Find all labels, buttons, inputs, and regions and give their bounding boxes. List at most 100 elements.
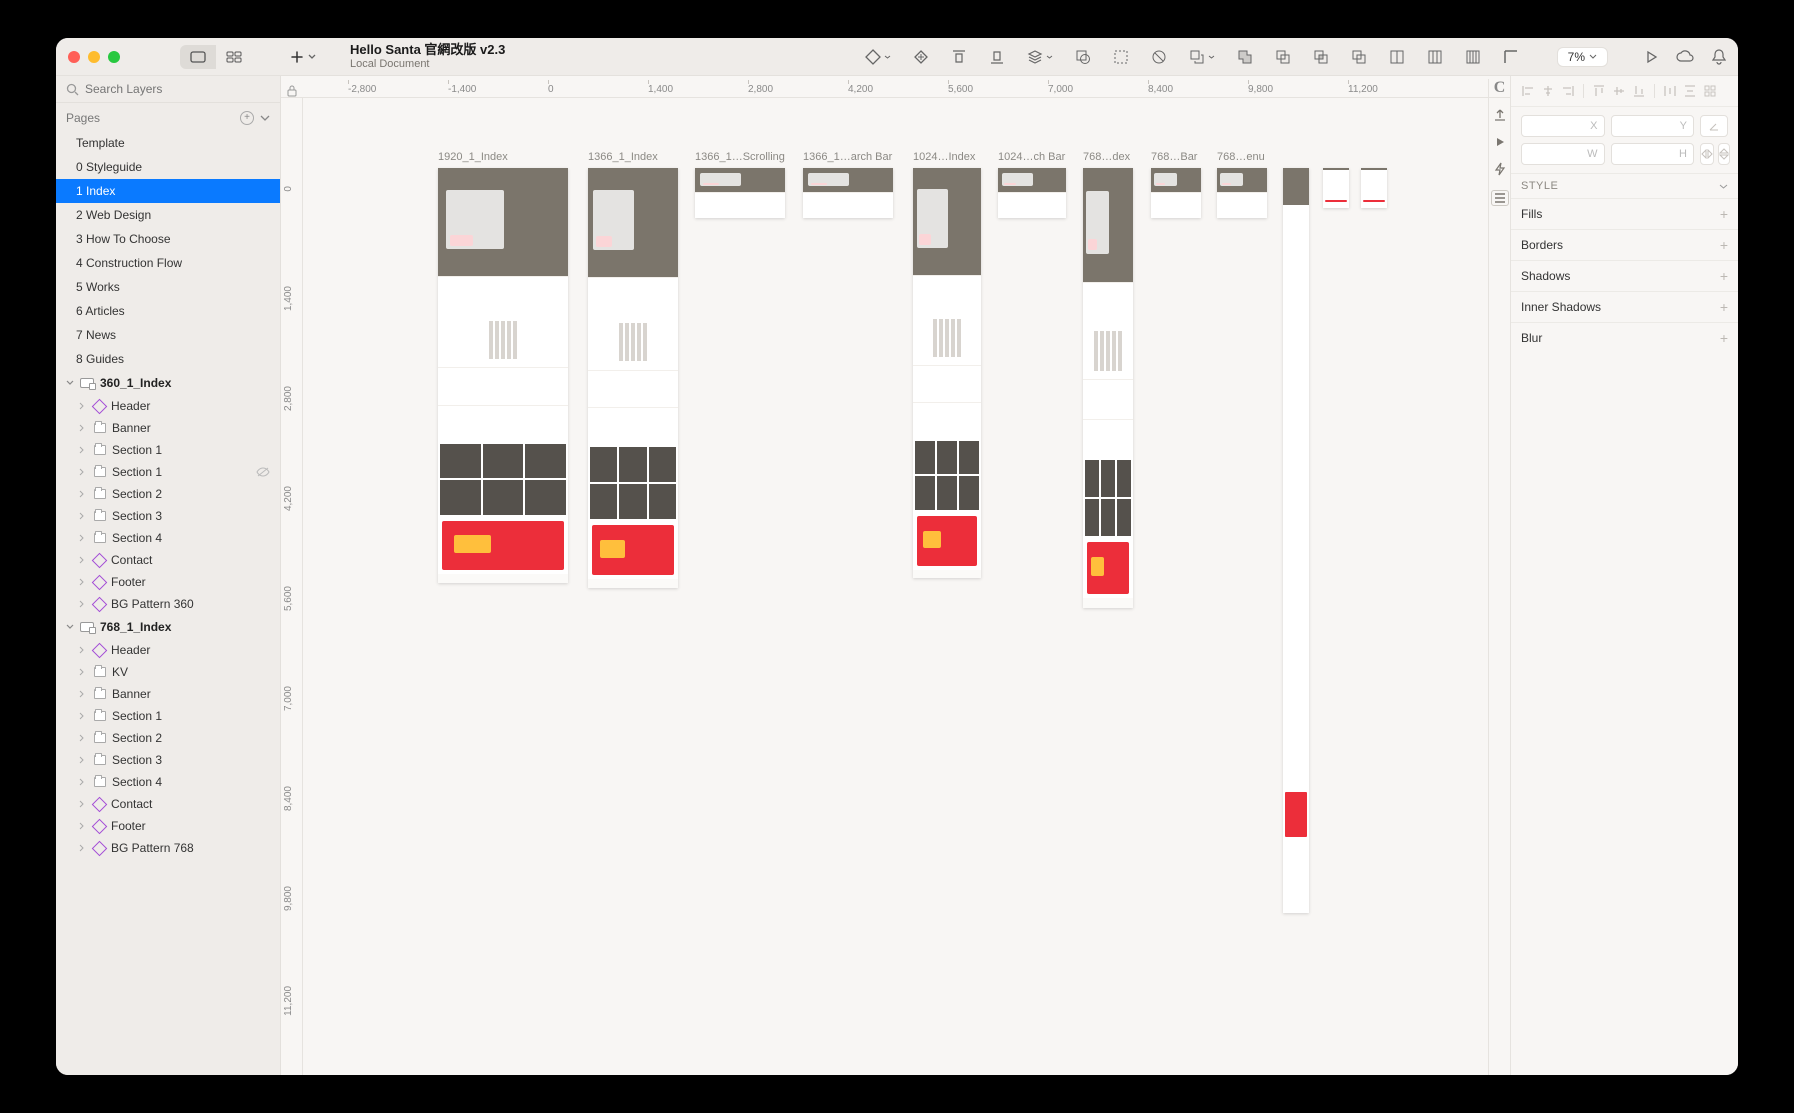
bolt-icon[interactable] xyxy=(1494,162,1506,176)
pos-x-field[interactable]: X xyxy=(1521,115,1605,137)
flip-h-button[interactable] xyxy=(1700,143,1714,165)
layer-item[interactable]: BG Pattern 768 xyxy=(56,837,280,859)
bell-icon[interactable] xyxy=(1712,49,1726,65)
add-style-button[interactable]: + xyxy=(1720,268,1728,284)
difference-icon[interactable] xyxy=(1351,49,1367,65)
canvas-view-button[interactable] xyxy=(180,45,216,69)
artboard-label[interactable]: 768…enu xyxy=(1217,151,1265,163)
zoom-window[interactable] xyxy=(108,51,120,63)
add-style-button[interactable]: + xyxy=(1720,299,1728,315)
page-item[interactable]: 5 Works xyxy=(56,275,280,299)
layout-grid-icon[interactable] xyxy=(1465,49,1481,65)
artboard-label[interactable]: 1366_1…arch Bar xyxy=(803,151,892,163)
add-page-button[interactable]: + xyxy=(240,111,254,125)
page-item[interactable]: 8 Guides xyxy=(56,347,280,371)
tidy-icon[interactable] xyxy=(1703,84,1717,98)
canvas-artboard[interactable]: 1366_1…Scrolling xyxy=(695,168,785,218)
layer-item[interactable]: Section 1 xyxy=(56,461,280,483)
pos-y-field[interactable]: Y xyxy=(1611,115,1695,137)
page-item[interactable]: 1 Index xyxy=(56,179,280,203)
page-item[interactable]: 2 Web Design xyxy=(56,203,280,227)
play-prototype-icon[interactable] xyxy=(1494,136,1506,148)
page-item[interactable]: 6 Articles xyxy=(56,299,280,323)
artboard-label[interactable]: 768…dex xyxy=(1083,151,1130,163)
size-w-field[interactable]: W xyxy=(1521,143,1605,165)
angle-button[interactable] xyxy=(1700,115,1728,137)
layer-item[interactable]: Section 4 xyxy=(56,527,280,549)
list-icon[interactable] xyxy=(1491,190,1509,206)
layer-item[interactable]: Section 2 xyxy=(56,727,280,749)
align-bottom-icon[interactable] xyxy=(1632,84,1646,98)
canvas-artboard[interactable]: 768…enu xyxy=(1217,168,1267,208)
add-style-button[interactable]: + xyxy=(1720,237,1728,253)
chevron-down-icon[interactable] xyxy=(1719,184,1728,189)
lock-icon[interactable] xyxy=(281,85,303,97)
close-window[interactable] xyxy=(68,51,80,63)
distribute-h-icon[interactable] xyxy=(1663,84,1677,98)
canvas-artboard[interactable] xyxy=(1323,168,1349,208)
minimize-window[interactable] xyxy=(88,51,100,63)
inspector-section[interactable]: Shadows+ xyxy=(1511,260,1738,291)
canvas-artboard[interactable]: 1920_1_Index xyxy=(438,168,568,583)
layer-item[interactable]: Header xyxy=(56,395,280,417)
canvas-artboard[interactable]: 1024…Index xyxy=(913,168,981,578)
insert-button[interactable] xyxy=(290,50,316,64)
play-icon[interactable] xyxy=(1644,50,1658,64)
page-item[interactable]: Template xyxy=(56,131,280,155)
layer-search[interactable] xyxy=(56,76,280,103)
inspector-section[interactable]: Blur+ xyxy=(1511,322,1738,353)
components-view-button[interactable] xyxy=(216,45,252,69)
inspector-section[interactable]: Borders+ xyxy=(1511,229,1738,260)
artboard-label[interactable]: 768…Bar xyxy=(1151,151,1197,163)
inspector-section[interactable]: Fills+ xyxy=(1511,198,1738,229)
layer-item[interactable]: Contact xyxy=(56,549,280,571)
canvas-artboard[interactable]: 1366_1_Index xyxy=(588,168,678,588)
symbol-tool[interactable] xyxy=(865,49,891,65)
layer-item[interactable]: KV xyxy=(56,661,280,683)
color-picker-icon[interactable]: C xyxy=(1488,79,1510,97)
layer-item[interactable]: Contact xyxy=(56,793,280,815)
search-input[interactable] xyxy=(85,82,270,96)
mask-icon[interactable] xyxy=(1075,49,1091,65)
layer-item[interactable]: Section 3 xyxy=(56,505,280,527)
layers-tool[interactable] xyxy=(1027,49,1053,65)
add-style-button[interactable]: + xyxy=(1720,330,1728,346)
subtract-icon[interactable] xyxy=(1275,49,1291,65)
zoom-select[interactable]: 7% xyxy=(1557,47,1608,67)
create-symbol-icon[interactable] xyxy=(913,49,929,65)
align-bottom-icon[interactable] xyxy=(989,49,1005,65)
layer-item[interactable]: Section 1 xyxy=(56,705,280,727)
align-vcenter-icon[interactable] xyxy=(1612,84,1626,98)
layer-item[interactable]: Footer xyxy=(56,815,280,837)
layer-item[interactable]: Section 4 xyxy=(56,771,280,793)
canvas[interactable]: 1920_1_Index1366_1_Index1366_1…Scrolling… xyxy=(303,98,1488,1075)
artboard-label[interactable]: 1024…ch Bar xyxy=(998,151,1065,163)
ruler-icon[interactable] xyxy=(1503,49,1519,65)
align-top-icon[interactable] xyxy=(951,49,967,65)
intersect-icon[interactable] xyxy=(1313,49,1329,65)
resize-tool[interactable] xyxy=(1189,49,1215,65)
hidden-icon[interactable] xyxy=(256,467,270,477)
canvas-artboard[interactable]: 768…dex xyxy=(1083,168,1133,608)
size-h-field[interactable]: H xyxy=(1611,143,1695,165)
distribute-v-icon[interactable] xyxy=(1683,84,1697,98)
flip-v-button[interactable] xyxy=(1718,143,1730,165)
outline-icon[interactable] xyxy=(1113,49,1129,65)
layer-item[interactable]: Banner xyxy=(56,417,280,439)
align-right-icon[interactable] xyxy=(1561,84,1575,98)
union-icon[interactable] xyxy=(1237,49,1253,65)
flatten-icon[interactable] xyxy=(1151,49,1167,65)
canvas-artboard[interactable] xyxy=(1361,168,1387,208)
page-item[interactable]: 3 How To Choose xyxy=(56,227,280,251)
layer-item[interactable]: Banner xyxy=(56,683,280,705)
page-item[interactable]: 4 Construction Flow xyxy=(56,251,280,275)
layer-item[interactable]: Section 1 xyxy=(56,439,280,461)
artboard-label[interactable]: 1366_1…Scrolling xyxy=(695,151,785,163)
canvas-artboard[interactable]: 768…Bar xyxy=(1151,168,1201,208)
page-item[interactable]: 0 Styleguide xyxy=(56,155,280,179)
layout-split-icon[interactable] xyxy=(1427,49,1443,65)
align-left-icon[interactable] xyxy=(1521,84,1535,98)
artboard-item[interactable]: 768_1_Index xyxy=(56,615,280,639)
layer-item[interactable]: Footer xyxy=(56,571,280,593)
artboard-label[interactable]: 1366_1_Index xyxy=(588,151,658,163)
